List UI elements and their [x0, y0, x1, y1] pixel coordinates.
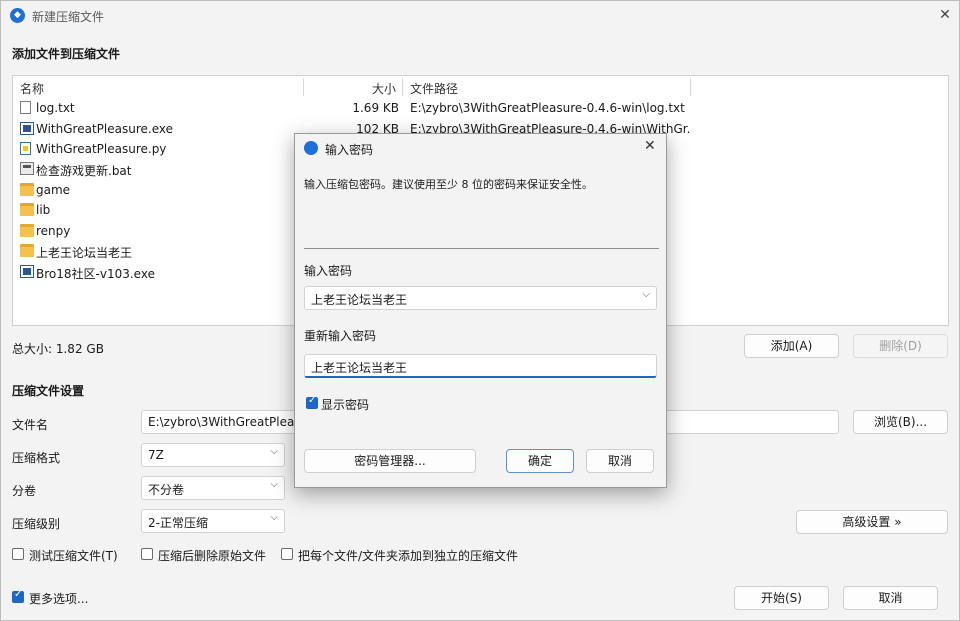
start-button[interactable]: 开始(S): [734, 586, 829, 610]
file-list-header: 名称 大小 文件路径: [13, 76, 948, 98]
remove-button[interactable]: 删除(D): [853, 334, 948, 358]
file-row[interactable]: log.txt 1.69 KB E:\zybro\3WithGreatPleas…: [13, 98, 948, 118]
file-size: 1.69 KB: [352, 101, 399, 115]
column-separator: [303, 78, 304, 96]
python-file-icon: [20, 142, 31, 155]
level-label: 压缩级别: [12, 517, 61, 531]
delete-source-label[interactable]: 压缩后删除原始文件: [158, 547, 266, 564]
folder-icon: [20, 203, 34, 216]
split-select[interactable]: 不分卷 ⌵: [141, 476, 285, 500]
app-icon: [304, 141, 318, 155]
bat-file-icon: [20, 162, 34, 175]
file-name: game: [36, 183, 71, 197]
column-size[interactable]: 大小: [372, 80, 396, 97]
file-name: 上老王论坛当老王: [36, 246, 133, 260]
close-icon[interactable]: ✕: [935, 5, 955, 25]
password-input[interactable]: 上老王论坛当老王 ⌵: [304, 286, 657, 310]
password-label: 输入密码: [304, 264, 353, 278]
column-path[interactable]: 文件路径: [410, 80, 458, 97]
show-password-label[interactable]: 显示密码: [321, 396, 369, 413]
level-select[interactable]: 2-正常压缩 ⌵: [141, 509, 285, 533]
file-name: Bro18社区-v103.exe: [36, 267, 155, 281]
browse-button[interactable]: 浏览(B)...: [853, 410, 948, 434]
total-size: 总大小: 1.82 GB: [12, 342, 104, 356]
exe-file-icon: [20, 265, 34, 278]
filename-label: 文件名: [12, 418, 49, 432]
window-title: 新建压缩文件: [32, 10, 105, 24]
exe-file-icon: [20, 122, 34, 135]
show-password-checkbox[interactable]: [306, 395, 318, 409]
dialog-info-text: 输入压缩包密码。建议使用至少 8 位的密码来保证安全性。: [304, 178, 593, 191]
app-icon: ◆: [10, 8, 25, 23]
folder-icon: [20, 183, 34, 196]
column-separator: [690, 78, 691, 96]
column-separator: [402, 78, 403, 96]
separate-archives-checkbox[interactable]: [281, 548, 293, 560]
separate-archives-label[interactable]: 把每个文件/文件夹添加到独立的压缩文件: [298, 547, 518, 564]
password-value: 上老王论坛当老王: [311, 293, 408, 307]
title-bar: ◆ 新建压缩文件 ✕: [1, 1, 959, 31]
divider: [304, 248, 659, 249]
chevron-down-icon: ⌵: [270, 479, 278, 490]
folder-icon: [20, 244, 34, 257]
settings-title: 压缩文件设置: [12, 384, 85, 398]
file-name: lib: [36, 203, 51, 217]
chevron-down-icon: ⌵: [642, 289, 650, 300]
file-path: E:\zybro\3WithGreatPleasure-0.4.6-win\lo…: [410, 101, 685, 115]
add-button[interactable]: 添加(A): [744, 334, 839, 358]
delete-source-checkbox[interactable]: [141, 548, 153, 560]
file-name: 检查游戏更新.bat: [36, 164, 132, 178]
column-name[interactable]: 名称: [20, 80, 44, 97]
dialog-title: 输入密码: [325, 143, 374, 157]
more-options-checkbox[interactable]: [12, 589, 24, 603]
chevron-down-icon: ⌵: [270, 446, 278, 457]
folder-icon: [20, 224, 34, 237]
dialog-cancel-button[interactable]: 取消: [586, 449, 654, 473]
chevron-down-icon: ⌵: [270, 512, 278, 523]
confirm-password-input[interactable]: 上老王论坛当老王: [304, 354, 657, 378]
add-section-title: 添加文件到压缩文件: [12, 47, 121, 61]
password-dialog: 输入密码 ✕ 输入压缩包密码。建议使用至少 8 位的密码来保证安全性。 输入密码…: [294, 133, 667, 488]
confirm-password-label: 重新输入密码: [304, 329, 377, 343]
advanced-button[interactable]: 高级设置 »: [796, 510, 948, 534]
cancel-button[interactable]: 取消: [843, 586, 938, 610]
password-manager-button[interactable]: 密码管理器...: [304, 449, 476, 473]
format-label: 压缩格式: [12, 451, 61, 465]
format-value: 7Z: [148, 448, 164, 462]
format-select[interactable]: 7Z ⌵: [141, 443, 285, 467]
file-name: log.txt: [36, 101, 75, 115]
file-name: WithGreatPleasure.exe: [36, 122, 173, 136]
test-archive-checkbox[interactable]: [12, 548, 24, 560]
text-file-icon: [20, 101, 31, 114]
test-archive-label[interactable]: 测试压缩文件(T): [29, 547, 118, 564]
more-options-label[interactable]: 更多选项...: [29, 590, 88, 607]
close-icon[interactable]: ✕: [644, 138, 656, 154]
split-value: 不分卷: [148, 483, 185, 497]
split-label: 分卷: [12, 484, 37, 498]
file-name: renpy: [36, 224, 71, 238]
ok-button[interactable]: 确定: [506, 449, 574, 473]
file-name: WithGreatPleasure.py: [36, 142, 167, 156]
level-value: 2-正常压缩: [148, 516, 208, 530]
